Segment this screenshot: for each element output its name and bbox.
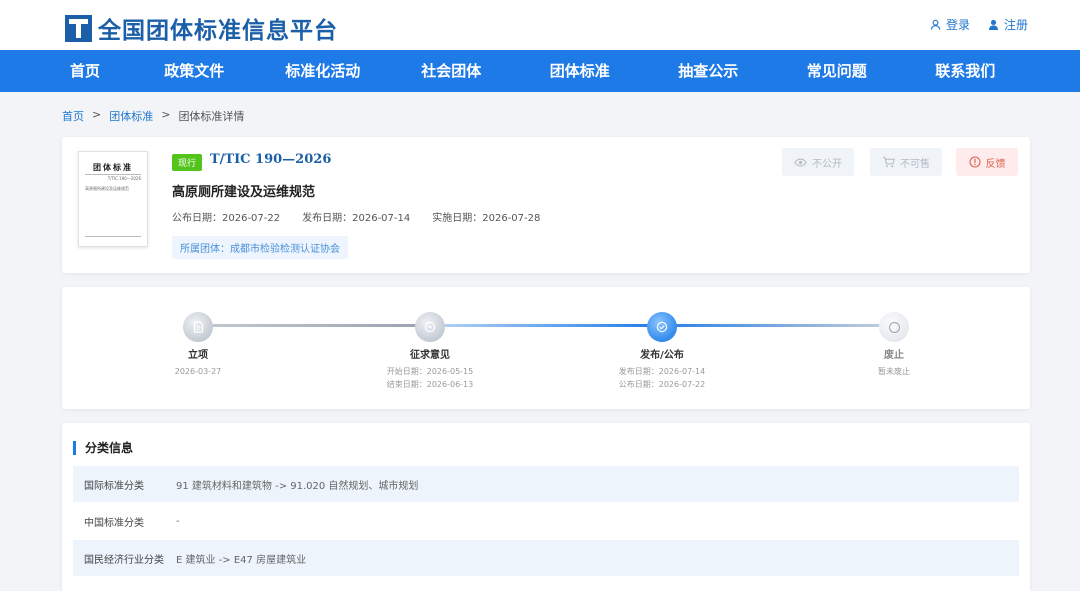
timeline-connector [662, 324, 893, 327]
document-icon [193, 321, 203, 333]
step-publish-date: 公布日期：2026-07-22 [618, 380, 706, 389]
standard-dates: 公布日期：2026-07-22 发布日期：2026-07-14 实施日期：202… [172, 209, 540, 224]
auth-links: 登录 注册 [930, 16, 1028, 33]
step-end-date: 结束日期：2026-06-13 [386, 380, 474, 389]
thumb-title: 团体标准 [93, 163, 133, 172]
minus-circle-icon [888, 321, 900, 333]
timeline-node-abolition [879, 312, 909, 342]
nav-item-contact[interactable]: 联系我们 [901, 50, 1030, 92]
publish-date-value: 2026-07-22 [222, 213, 281, 224]
lifecycle-timeline: 立项 2026-03-27 征求意见 开始日期：2026-05-15 结束日期：… [62, 287, 1030, 409]
login-label: 登录 [945, 18, 970, 32]
classification-value: E 建筑业 -> E47 房屋建筑业 [176, 554, 307, 566]
thumb-rule [85, 174, 141, 175]
comment-icon [424, 321, 436, 333]
timeline-node-consultation [415, 312, 445, 342]
standard-name: 高原厕所建设及运维规范 [172, 185, 316, 200]
nav-item-inspection[interactable]: 抽查公示 [644, 50, 773, 92]
timeline-step-publication: 发布/公布 发布日期：2026-07-14 公布日期：2026-07-22 [612, 346, 712, 391]
timeline-connector [429, 324, 661, 327]
not-public-label: 不公开 [812, 158, 842, 170]
step-label: 发布/公布 [640, 350, 684, 361]
site-title: 全国团体标准信息平台 [98, 17, 338, 44]
timeline-node-initiation [183, 312, 213, 342]
effective-date-field: 实施日期：2026-07-28 [432, 209, 540, 224]
user-solid-icon [988, 19, 999, 30]
main-nav: 首页 政策文件 标准化活动 社会团体 团体标准 抽查公示 常见问题 联系我们 [0, 50, 1080, 92]
step-label: 废止 [884, 350, 904, 361]
classification-key: 国民经济行业分类 [84, 554, 164, 566]
cart-icon [882, 156, 895, 168]
nav-item-home[interactable]: 首页 [40, 50, 130, 92]
breadcrumb-separator: > [161, 108, 171, 121]
effective-date-value: 2026-07-28 [482, 213, 541, 224]
site-logo[interactable]: 全国团体标准信息平台 [65, 11, 338, 45]
eye-icon [794, 158, 807, 166]
nav-item-policy[interactable]: 政策文件 [130, 50, 259, 92]
timeline-step-abolition: 废止 暂未废止 [844, 346, 944, 378]
not-for-sale-button[interactable]: 不可售 [870, 148, 942, 176]
thumb-name: 高原厕所建设及运维规范 [85, 186, 129, 191]
breadcrumb-separator: > [92, 108, 102, 121]
status-badge: 现行 [172, 154, 203, 171]
organization-tag[interactable]: 所属团体：成都市检验检测认证协会 [172, 236, 348, 259]
feedback-button[interactable]: 反馈 [956, 148, 1018, 176]
not-for-sale-label: 不可售 [900, 158, 930, 170]
classification-card: 分类信息 国际标准分类 91 建筑材料和建筑物 -> 91.020 自然规划、城… [62, 423, 1030, 591]
publish-date-label: 公布日期： [172, 213, 222, 224]
classification-row: 中国标准分类 - [73, 503, 1019, 539]
breadcrumb: 首页 > 团体标准 > 团体标准详情 [62, 108, 244, 124]
standard-info-card: 团体标准 T/TIC 190—2026 高原厕所建设及运维规范 现行 T/TIC… [62, 137, 1030, 273]
publish-date-field: 公布日期：2026-07-22 [172, 209, 280, 224]
step-start-date: 开始日期：2026-05-15 [386, 367, 474, 376]
release-date-label: 发布日期： [302, 213, 353, 224]
standard-cover-thumbnail[interactable]: 团体标准 T/TIC 190—2026 高原厕所建设及运维规范 [78, 151, 148, 247]
nav-item-faq[interactable]: 常见问题 [773, 50, 902, 92]
step-label: 征求意见 [410, 350, 450, 361]
timeline-connector [198, 324, 428, 327]
step-date: 2026-03-27 [174, 367, 222, 376]
section-title: 分类信息 [73, 441, 133, 455]
nav-item-organizations[interactable]: 社会团体 [387, 50, 516, 92]
thumb-rule [85, 236, 141, 237]
feedback-label: 反馈 [985, 158, 1006, 170]
check-icon [656, 321, 668, 333]
step-release-date: 发布日期：2026-07-14 [618, 367, 706, 376]
release-date-field: 发布日期：2026-07-14 [302, 209, 410, 224]
release-date-value: 2026-07-14 [352, 213, 411, 224]
timeline-step-initiation: 立项 2026-03-27 [148, 346, 248, 378]
classification-row: 国民经济行业分类 E 建筑业 -> E47 房屋建筑业 [73, 540, 1019, 576]
classification-value: - [176, 515, 180, 527]
not-public-button[interactable]: 不公开 [782, 148, 854, 176]
classification-row: 国际标准分类 91 建筑材料和建筑物 -> 91.020 自然规划、城市规划 [73, 466, 1019, 502]
step-status: 暂未废止 [878, 367, 910, 376]
standard-code: T/TIC 190—2026 [210, 152, 332, 167]
classification-key: 国际标准分类 [84, 480, 144, 492]
effective-date-label: 实施日期： [432, 213, 483, 224]
alert-circle-icon [968, 156, 981, 168]
login-link[interactable]: 登录 [930, 16, 970, 33]
breadcrumb-current: 团体标准详情 [178, 110, 245, 123]
register-label: 注册 [1003, 18, 1028, 32]
logo-icon [65, 14, 92, 42]
site-header: 全国团体标准信息平台 登录 注册 [0, 0, 1080, 50]
nav-item-standards[interactable]: 团体标准 [516, 50, 645, 92]
classification-key: 中国标准分类 [84, 517, 144, 529]
breadcrumb-home[interactable]: 首页 [62, 108, 84, 124]
nav-item-activities[interactable]: 标准化活动 [259, 50, 388, 92]
timeline-node-publication [647, 312, 677, 342]
timeline-step-consultation: 征求意见 开始日期：2026-05-15 结束日期：2026-06-13 [380, 346, 480, 391]
step-label: 立项 [188, 350, 208, 361]
classification-value: 91 建筑材料和建筑物 -> 91.020 自然规划、城市规划 [176, 480, 419, 492]
thumb-code: T/TIC 190—2026 [107, 176, 141, 181]
breadcrumb-standards[interactable]: 团体标准 [109, 108, 153, 124]
register-link[interactable]: 注册 [988, 16, 1028, 33]
user-outline-icon [930, 19, 941, 30]
